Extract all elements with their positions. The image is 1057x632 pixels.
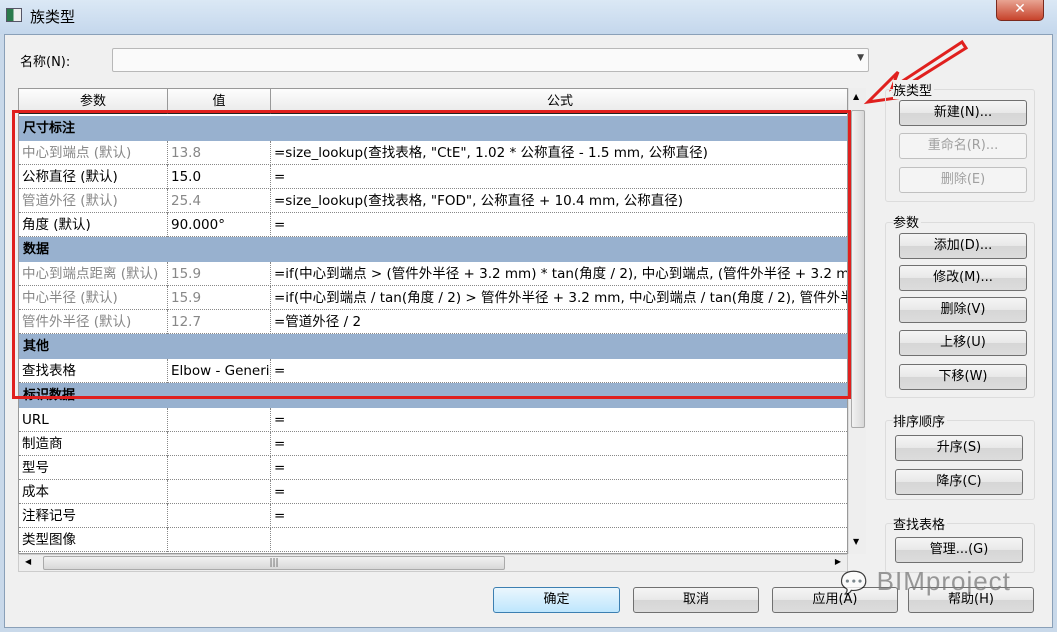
table-row[interactable]: 注释记号 = bbox=[19, 504, 847, 528]
value-cell[interactable] bbox=[168, 432, 271, 456]
modify-parameter-button[interactable]: 修改(M)... bbox=[899, 265, 1027, 291]
parameter-cell[interactable]: 制造商 bbox=[19, 432, 168, 456]
table-row[interactable]: 成本 = bbox=[19, 480, 847, 504]
scroll-thumb-h[interactable]: ||| bbox=[43, 556, 505, 570]
name-label: 名称(N): bbox=[20, 55, 71, 70]
sort-order-label: 排序顺序 bbox=[893, 411, 948, 430]
parameter-cell[interactable]: 注释记号 bbox=[19, 504, 168, 528]
cancel-button[interactable]: 取消 bbox=[633, 587, 759, 613]
rename-type-button[interactable]: 重命名(R)... bbox=[899, 133, 1027, 159]
window-title: 族类型 bbox=[30, 8, 76, 26]
formula-cell[interactable]: = bbox=[271, 480, 847, 504]
title-bar: 族类型 ✕ bbox=[0, 0, 1057, 34]
formula-cell[interactable]: = bbox=[271, 408, 847, 432]
value-cell[interactable] bbox=[168, 528, 271, 552]
highlight-box bbox=[12, 110, 851, 399]
value-cell[interactable] bbox=[168, 480, 271, 504]
scroll-thumb[interactable] bbox=[851, 110, 865, 428]
formula-cell[interactable]: = bbox=[271, 504, 847, 528]
parameter-cell[interactable]: 类型图像 bbox=[19, 528, 168, 552]
add-parameter-button[interactable]: 添加(D)... bbox=[899, 233, 1027, 259]
move-down-button[interactable]: 下移(W) bbox=[899, 364, 1027, 390]
lookup-tables-label: 查找表格 bbox=[893, 514, 948, 533]
delete-type-button[interactable]: 删除(E) bbox=[899, 167, 1027, 193]
table-row[interactable]: 型号 = bbox=[19, 456, 847, 480]
scroll-down-icon[interactable]: ▼ bbox=[853, 537, 859, 546]
sort-descending-button[interactable]: 降序(C) bbox=[895, 469, 1023, 495]
scroll-left-icon[interactable]: ◀ bbox=[25, 557, 31, 566]
parameter-cell[interactable]: URL bbox=[19, 408, 168, 432]
scroll-right-icon[interactable]: ▶ bbox=[835, 557, 841, 566]
wechat-icon: 💬 bbox=[840, 570, 869, 595]
sort-ascending-button[interactable]: 升序(S) bbox=[895, 435, 1023, 461]
value-cell[interactable] bbox=[168, 504, 271, 528]
table-row[interactable]: 制造商 = bbox=[19, 432, 847, 456]
horizontal-scrollbar[interactable]: ◀ ||| ▶ bbox=[18, 554, 848, 572]
parameter-cell[interactable]: 型号 bbox=[19, 456, 168, 480]
scroll-up-icon[interactable]: ▲ bbox=[853, 92, 859, 101]
ok-button[interactable]: 确定 bbox=[493, 587, 620, 613]
formula-cell[interactable] bbox=[271, 528, 847, 552]
watermark-text: BIMproject bbox=[876, 566, 1011, 596]
formula-cell[interactable]: = bbox=[271, 432, 847, 456]
parameter-cell[interactable]: 成本 bbox=[19, 480, 168, 504]
value-cell[interactable] bbox=[168, 456, 271, 480]
app-icon bbox=[6, 8, 22, 22]
move-up-button[interactable]: 上移(U) bbox=[899, 330, 1027, 356]
family-types-label: 族类型 bbox=[893, 80, 935, 99]
parameters-label: 参数 bbox=[893, 212, 922, 231]
new-type-button[interactable]: 新建(N)... bbox=[899, 100, 1027, 126]
close-button[interactable]: ✕ bbox=[996, 0, 1044, 21]
value-cell[interactable] bbox=[168, 408, 271, 432]
table-row[interactable]: 类型图像 bbox=[19, 528, 847, 552]
watermark: 💬 BIMproject bbox=[840, 566, 1011, 597]
close-icon: ✕ bbox=[1014, 1, 1026, 17]
name-dropdown[interactable]: ▼ bbox=[112, 48, 869, 72]
manage-lookup-tables-button[interactable]: 管理...(G) bbox=[895, 537, 1023, 563]
remove-parameter-button[interactable]: 删除(V) bbox=[899, 297, 1027, 323]
table-row[interactable]: URL = bbox=[19, 408, 847, 432]
formula-cell[interactable]: = bbox=[271, 456, 847, 480]
